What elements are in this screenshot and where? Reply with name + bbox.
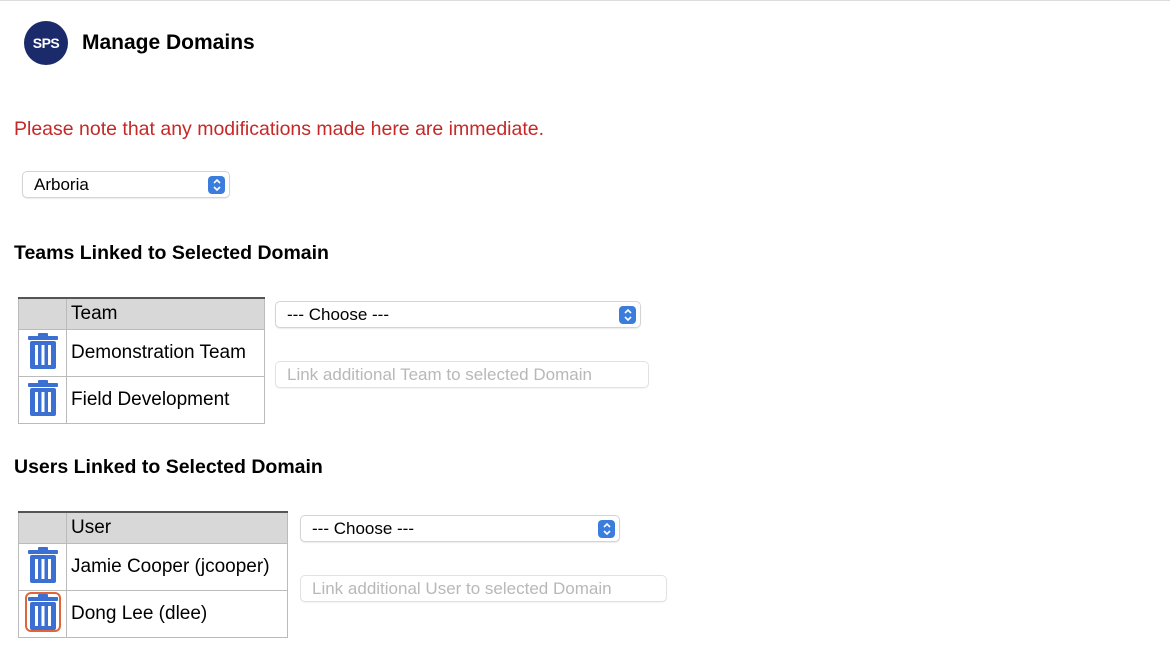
trash-icon[interactable] (25, 545, 61, 585)
sps-logo: SPS (24, 21, 68, 65)
user-name: Dong Lee (dlee) (66, 589, 288, 638)
user-choose-value: --- Choose --- (312, 518, 415, 538)
user-choose-select[interactable]: --- Choose --- (300, 515, 620, 542)
teams-table: Team Demonstration Team Field Developmen… (18, 297, 265, 424)
team-name: Field Development (66, 375, 265, 424)
delete-column-header (18, 297, 67, 330)
team-column-header: Team (66, 297, 265, 330)
table-row: Jamie Cooper (jcooper) (18, 542, 288, 591)
link-user-button[interactable]: Link additional User to selected Domain (300, 575, 667, 602)
chevron-up-down-icon (208, 176, 225, 194)
table-header-row: User (18, 511, 288, 544)
table-row: Demonstration Team (18, 328, 265, 377)
chevron-up-down-icon (598, 520, 615, 538)
domain-select[interactable]: Arboria (22, 171, 230, 198)
teams-section-heading: Teams Linked to Selected Domain (14, 242, 329, 264)
delete-column-header (18, 511, 67, 544)
link-team-button[interactable]: Link additional Team to selected Domain (275, 361, 649, 388)
team-choose-select[interactable]: --- Choose --- (275, 301, 641, 328)
users-section-heading: Users Linked to Selected Domain (14, 456, 323, 478)
users-table: User Jamie Cooper (jcooper) Dong Lee (dl… (18, 511, 288, 638)
domain-select-value: Arboria (34, 174, 89, 194)
page-header: SPS Manage Domains (24, 21, 255, 65)
delete-cell (18, 328, 67, 377)
immediate-changes-notice: Please note that any modifications made … (14, 118, 545, 140)
team-name: Demonstration Team (66, 328, 265, 377)
trash-icon[interactable] (25, 331, 61, 371)
table-row: Dong Lee (dlee) (18, 589, 288, 638)
table-header-row: Team (18, 297, 265, 330)
user-column-header: User (66, 511, 288, 544)
trash-icon[interactable] (24, 591, 61, 632)
delete-cell (18, 375, 67, 424)
chevron-up-down-icon (619, 306, 636, 324)
trash-icon[interactable] (25, 378, 61, 418)
team-choose-value: --- Choose --- (287, 304, 390, 324)
delete-cell (18, 542, 67, 591)
user-name: Jamie Cooper (jcooper) (66, 542, 288, 591)
page-title: Manage Domains (82, 31, 255, 54)
delete-cell (18, 589, 67, 638)
table-row: Field Development (18, 375, 265, 424)
